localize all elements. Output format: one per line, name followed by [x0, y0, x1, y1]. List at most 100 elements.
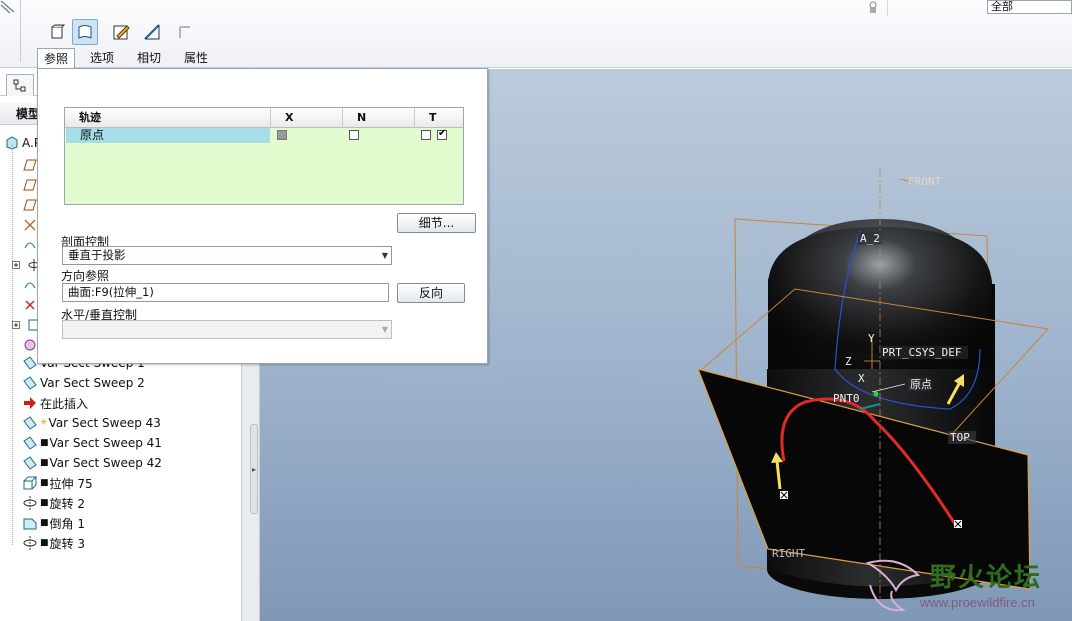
- label-a2: A_2: [860, 232, 880, 245]
- datum-plane-icon: [22, 157, 38, 173]
- section-control-value: 垂直于投影: [68, 248, 126, 262]
- solid-icon[interactable]: [44, 19, 70, 45]
- label-origin: 原点: [910, 378, 932, 391]
- var-sect-sweep-icon: [22, 455, 38, 471]
- t-checkbox-1[interactable]: [421, 130, 431, 140]
- label-z: Z: [845, 355, 852, 368]
- references-panel: 轨迹 X N T 原点 细节... 剖面控制 垂直于投影 ▼ 方向参照 曲面:F…: [37, 68, 488, 364]
- datum-plane-icon: [22, 177, 38, 193]
- watermark-url: www.proewildfire.cn: [920, 595, 1035, 610]
- tree-item-label: 旋转 2: [49, 496, 85, 511]
- tree-item-label: Var Sect Sweep 43: [48, 416, 161, 430]
- label-pnt0: PNT0: [833, 392, 860, 405]
- hv-control-select[interactable]: ▼: [62, 320, 392, 339]
- tab-properties[interactable]: 属性: [178, 48, 214, 68]
- direction-ref-field[interactable]: 曲面:F9(拉伸_1): [62, 283, 389, 302]
- datum-plane-icon: [22, 197, 38, 213]
- section-control-select[interactable]: 垂直于投影 ▼: [62, 246, 392, 265]
- suppressed-marker-icon: ■: [40, 458, 49, 468]
- trajectory-name: 原点: [66, 128, 270, 143]
- col-header-x: X: [271, 108, 343, 128]
- forum-watermark: 野火论坛 www.proewildfire.cn: [858, 555, 1072, 621]
- expand-icon: [8, 317, 24, 333]
- label-prt-csys-def: PRT_CSYS_DEF: [882, 346, 961, 359]
- col-header-t: T: [429, 111, 437, 124]
- tree-connector: [12, 145, 13, 545]
- tree-item-extrude-75[interactable]: ■ 拉伸 75: [22, 473, 93, 493]
- tree-item-label: Var Sect Sweep 2: [40, 376, 145, 390]
- origin-point-marker[interactable]: [873, 391, 879, 397]
- tree-item-var-sect-sweep-42[interactable]: ■ Var Sect Sweep 42: [22, 453, 162, 473]
- tab-options[interactable]: 选项: [84, 48, 120, 68]
- tree-root[interactable]: A.P: [4, 133, 41, 153]
- expand-icon: [8, 257, 24, 273]
- col-header-trajectory: 轨迹: [65, 108, 271, 128]
- tree-item-label: 旋转 3: [49, 536, 85, 551]
- tree-item-label: 在此插入: [40, 396, 89, 411]
- label-front: FRONT: [908, 175, 941, 188]
- direction-ref-label: 方向参照: [61, 269, 110, 283]
- label-right: RIGHT: [772, 547, 805, 560]
- var-sect-sweep-icon: [22, 375, 38, 391]
- trajectory-table[interactable]: 轨迹 X N T 原点: [64, 107, 464, 205]
- suppressed-marker-icon: ■: [40, 438, 49, 448]
- t-checkbox-2[interactable]: [437, 128, 447, 140]
- splitter-handle[interactable]: ▸: [250, 424, 258, 514]
- chevron-down-icon: ▼: [381, 251, 388, 260]
- tree-item-label: 倒角 1: [49, 516, 85, 531]
- sweep-feature-icon: [0, 0, 16, 14]
- round-icon: [22, 337, 38, 353]
- watermark-title: 野火论坛: [930, 563, 1043, 593]
- var-sect-sweep-icon: [22, 355, 38, 371]
- lock-icon[interactable]: [858, 0, 888, 16]
- revolve-icon: [22, 495, 38, 511]
- tree-item-var-sect-sweep-43[interactable]: ✳ Var Sect Sweep 43: [22, 413, 161, 433]
- ribbon-toolbar: 参照 选项 相切 属性 全部: [0, 0, 1072, 69]
- tree-item-revolve-3[interactable]: ■ 旋转 3: [22, 533, 85, 553]
- chamfer-icon: [22, 515, 38, 531]
- thin-icon[interactable]: [172, 19, 198, 45]
- suppressed-marker-icon: ■: [40, 538, 49, 548]
- flip-button[interactable]: 反向: [397, 283, 465, 303]
- table-row[interactable]: 原点: [65, 128, 463, 143]
- trajectory-start-point[interactable]: [780, 491, 788, 499]
- tree-item-revolve-2[interactable]: ■ 旋转 2: [22, 493, 85, 513]
- csys-icon: [22, 217, 38, 233]
- extrude-icon: [22, 475, 38, 491]
- sweep-icon: [22, 237, 38, 253]
- suppressed-marker-icon: ■: [40, 498, 49, 508]
- tree-item-var-sect-sweep-2[interactable]: Var Sect Sweep 2: [22, 373, 145, 393]
- tab-tangency[interactable]: 相切: [131, 48, 167, 68]
- insert-here-arrow-icon: [22, 395, 38, 411]
- chevron-down-icon: ▼: [381, 325, 388, 334]
- sweep-icon: [22, 277, 38, 293]
- suppressed-marker-icon: ■: [40, 478, 49, 488]
- sketch-icon[interactable]: [108, 19, 134, 45]
- trajectory-table-header: 轨迹 X N T: [65, 108, 463, 128]
- trajectory-end-point[interactable]: [954, 520, 962, 528]
- var-sect-sweep-icon: [22, 435, 38, 451]
- tree-item-label: Var Sect Sweep 42: [49, 456, 162, 470]
- details-button[interactable]: 细节...: [397, 213, 476, 233]
- n-checkbox[interactable]: [349, 130, 359, 140]
- label-x: X: [858, 372, 865, 385]
- var-sect-sweep-icon: [22, 415, 38, 431]
- tree-item-insert-here[interactable]: 在此插入: [22, 393, 88, 413]
- tree-item-var-sect-sweep-41[interactable]: ■ Var Sect Sweep 41: [22, 433, 162, 453]
- selection-filter-select[interactable]: 全部: [987, 0, 1072, 14]
- datum-point-icon: [22, 297, 38, 313]
- tab-references[interactable]: 参照: [37, 48, 76, 69]
- x-checkbox[interactable]: [277, 130, 287, 140]
- tree-item-label: 拉伸 75: [49, 476, 93, 491]
- revolve-icon: [22, 535, 38, 551]
- tree-item-chamfer-1[interactable]: ■ 倒角 1: [22, 513, 85, 533]
- surface-icon[interactable]: [72, 19, 98, 45]
- tree-item-label: Var Sect Sweep 41: [49, 436, 162, 450]
- new-feature-star-icon: ✳: [40, 418, 48, 428]
- section-icon[interactable]: [139, 19, 165, 45]
- direction-ref-value: 曲面:F9(拉伸_1): [68, 285, 154, 299]
- suppressed-marker-icon: ■: [40, 518, 49, 528]
- label-y: Y: [868, 332, 875, 345]
- label-top: TOP: [950, 431, 970, 444]
- model-tree-tab-icon[interactable]: [6, 74, 34, 96]
